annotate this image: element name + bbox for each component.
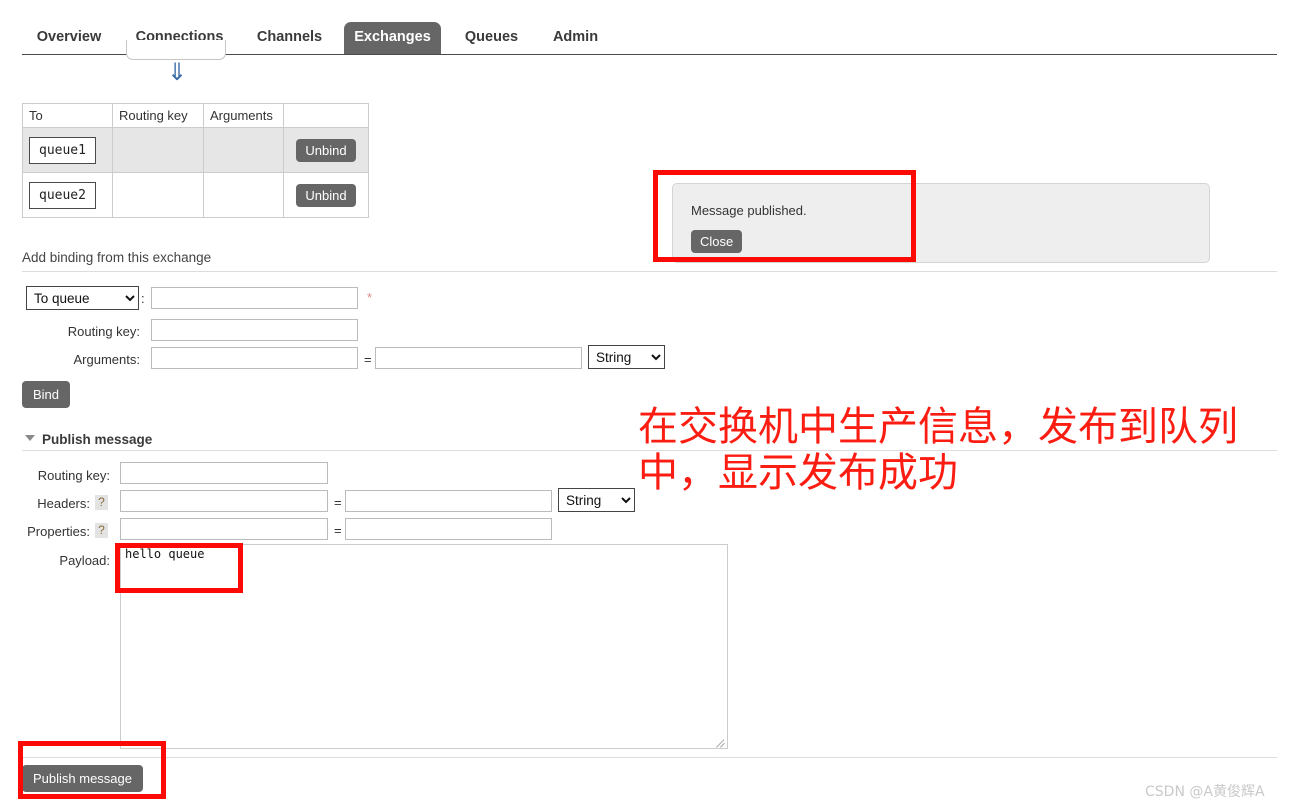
table-row: queue2 Unbind (22, 172, 369, 218)
csdn-watermark: CSDN @A黄俊辉A (1145, 784, 1265, 800)
collapse-caret-icon[interactable] (25, 435, 35, 441)
publish-section-divider (22, 757, 1277, 758)
close-button[interactable]: Close (691, 230, 743, 253)
publish-payload-textarea[interactable]: hello queue (120, 544, 728, 749)
publish-headers-key-input[interactable] (120, 490, 328, 512)
column-header-action (283, 103, 369, 128)
properties-help-icon[interactable]: ? (95, 523, 108, 538)
tab-channels[interactable]: Channels (243, 22, 336, 54)
required-asterisk: * (367, 290, 373, 305)
publish-routing-key-input[interactable] (120, 462, 328, 484)
cell-to: queue2 (22, 172, 113, 218)
published-message-text: Message published. (691, 203, 807, 218)
publish-properties-key-input[interactable] (120, 518, 328, 540)
binding-arguments-equals: = (364, 352, 372, 367)
tab-queues[interactable]: Queues (449, 22, 534, 54)
publish-routing-key-label: Routing key: (37, 468, 110, 483)
publish-properties-equals: = (334, 523, 342, 538)
binding-arguments-value-input[interactable] (375, 347, 582, 369)
cell-to: queue1 (22, 127, 113, 173)
binding-destination-type-select[interactable]: To queue (26, 286, 139, 310)
publish-message-title: Publish message (42, 432, 153, 447)
publish-properties-value-input[interactable] (345, 518, 552, 540)
add-binding-heading: Add binding from this exchange (22, 250, 212, 265)
binding-destination-input[interactable] (151, 287, 358, 309)
headers-help-icon[interactable]: ? (95, 495, 108, 510)
publish-payload-label: Payload: (59, 553, 110, 568)
tab-overview[interactable]: Overview (22, 22, 116, 54)
tab-admin[interactable]: Admin (542, 22, 609, 54)
binding-routing-key-input[interactable] (151, 319, 358, 341)
cell-action: Unbind (283, 172, 369, 218)
unbind-button[interactable]: Unbind (296, 138, 356, 162)
column-header-routing: Routing key (112, 103, 204, 128)
cell-arguments (203, 127, 284, 173)
table-row: queue1 Unbind (22, 127, 369, 173)
column-header-to: To (22, 103, 113, 128)
tab-stub-shape (126, 40, 226, 60)
cell-action: Unbind (283, 127, 369, 173)
publish-headers-value-input[interactable] (345, 490, 552, 512)
cell-routing-key (112, 127, 204, 173)
bind-button[interactable]: Bind (22, 381, 71, 408)
chinese-annotation-text: 在交换机中生产信息，发布到队列 中，显示发布成功 (638, 404, 1238, 496)
cell-routing-key (112, 172, 204, 218)
column-header-arguments: Arguments (203, 103, 284, 128)
tab-exchanges[interactable]: Exchanges (344, 22, 441, 54)
binding-arguments-label: Arguments: (73, 352, 140, 367)
queue-link[interactable]: queue2 (29, 181, 96, 209)
publish-headers-type-select[interactable]: String (558, 488, 635, 512)
binding-routing-key-label: Routing key: (67, 324, 140, 339)
publish-message-button[interactable]: Publish message (22, 765, 143, 792)
message-published-popup: Message published. Close (672, 183, 1210, 263)
publish-headers-equals: = (334, 495, 342, 510)
bindings-table: To Routing key Arguments queue1 Unbind q… (22, 103, 369, 218)
table-header-row: To Routing key Arguments (22, 103, 369, 128)
unbind-button[interactable]: Unbind (296, 183, 356, 207)
publish-properties-label: Properties: (27, 524, 90, 539)
add-binding-divider (22, 271, 1277, 272)
cell-arguments (203, 172, 284, 218)
binding-arguments-type-select[interactable]: String (588, 345, 665, 369)
publish-headers-label: Headers: (37, 496, 90, 511)
queue-link[interactable]: queue1 (29, 136, 96, 164)
binding-arguments-key-input[interactable] (151, 347, 358, 369)
destination-colon: : (141, 291, 145, 306)
double-down-arrow-icon: ⇓ (166, 59, 188, 86)
